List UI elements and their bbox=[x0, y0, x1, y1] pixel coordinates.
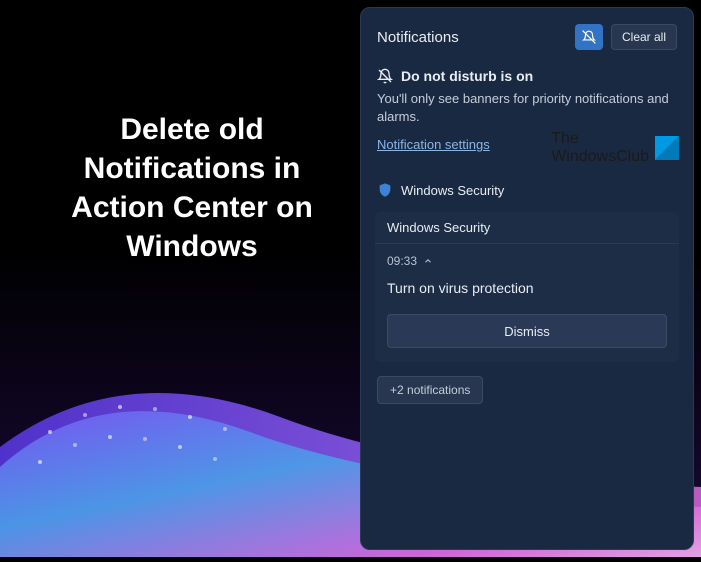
notification-source: Windows Security bbox=[375, 212, 679, 244]
bell-off-icon bbox=[377, 68, 393, 84]
header-actions: Clear all bbox=[575, 24, 677, 50]
notification-time: 09:33 bbox=[387, 254, 417, 268]
more-notifications-button[interactable]: +2 notifications bbox=[377, 376, 483, 404]
app-name: Windows Security bbox=[401, 183, 504, 198]
shield-icon bbox=[377, 182, 393, 198]
dnd-description: You'll only see banners for priority not… bbox=[377, 90, 677, 126]
watermark: The WindowsClub bbox=[551, 130, 679, 165]
panel-title: Notifications bbox=[377, 29, 459, 46]
watermark-line1: The bbox=[551, 130, 649, 148]
bell-sleep-icon bbox=[582, 30, 596, 44]
dnd-title: Do not disturb is on bbox=[401, 68, 533, 84]
clear-all-button[interactable]: Clear all bbox=[611, 24, 677, 50]
notification-settings-link[interactable]: Notification settings bbox=[377, 137, 490, 152]
app-group-header: Windows Security bbox=[377, 182, 677, 198]
notification-card[interactable]: Windows Security 09:33 Turn on virus pro… bbox=[375, 212, 679, 362]
watermark-logo bbox=[655, 136, 679, 160]
watermark-text: The WindowsClub bbox=[551, 130, 649, 165]
watermark-line2: WindowsClub bbox=[551, 148, 649, 166]
chevron-up-icon bbox=[423, 256, 433, 266]
dnd-toggle-button[interactable] bbox=[575, 24, 603, 50]
article-title: Delete old Notifications in Action Cente… bbox=[52, 110, 332, 266]
notification-center-panel: Notifications Clear all Do not disturb i… bbox=[360, 7, 694, 550]
panel-header: Notifications Clear all bbox=[377, 24, 677, 50]
notification-time-row[interactable]: 09:33 bbox=[387, 254, 667, 268]
notification-title: Turn on virus protection bbox=[387, 280, 667, 296]
dismiss-button[interactable]: Dismiss bbox=[387, 314, 667, 348]
